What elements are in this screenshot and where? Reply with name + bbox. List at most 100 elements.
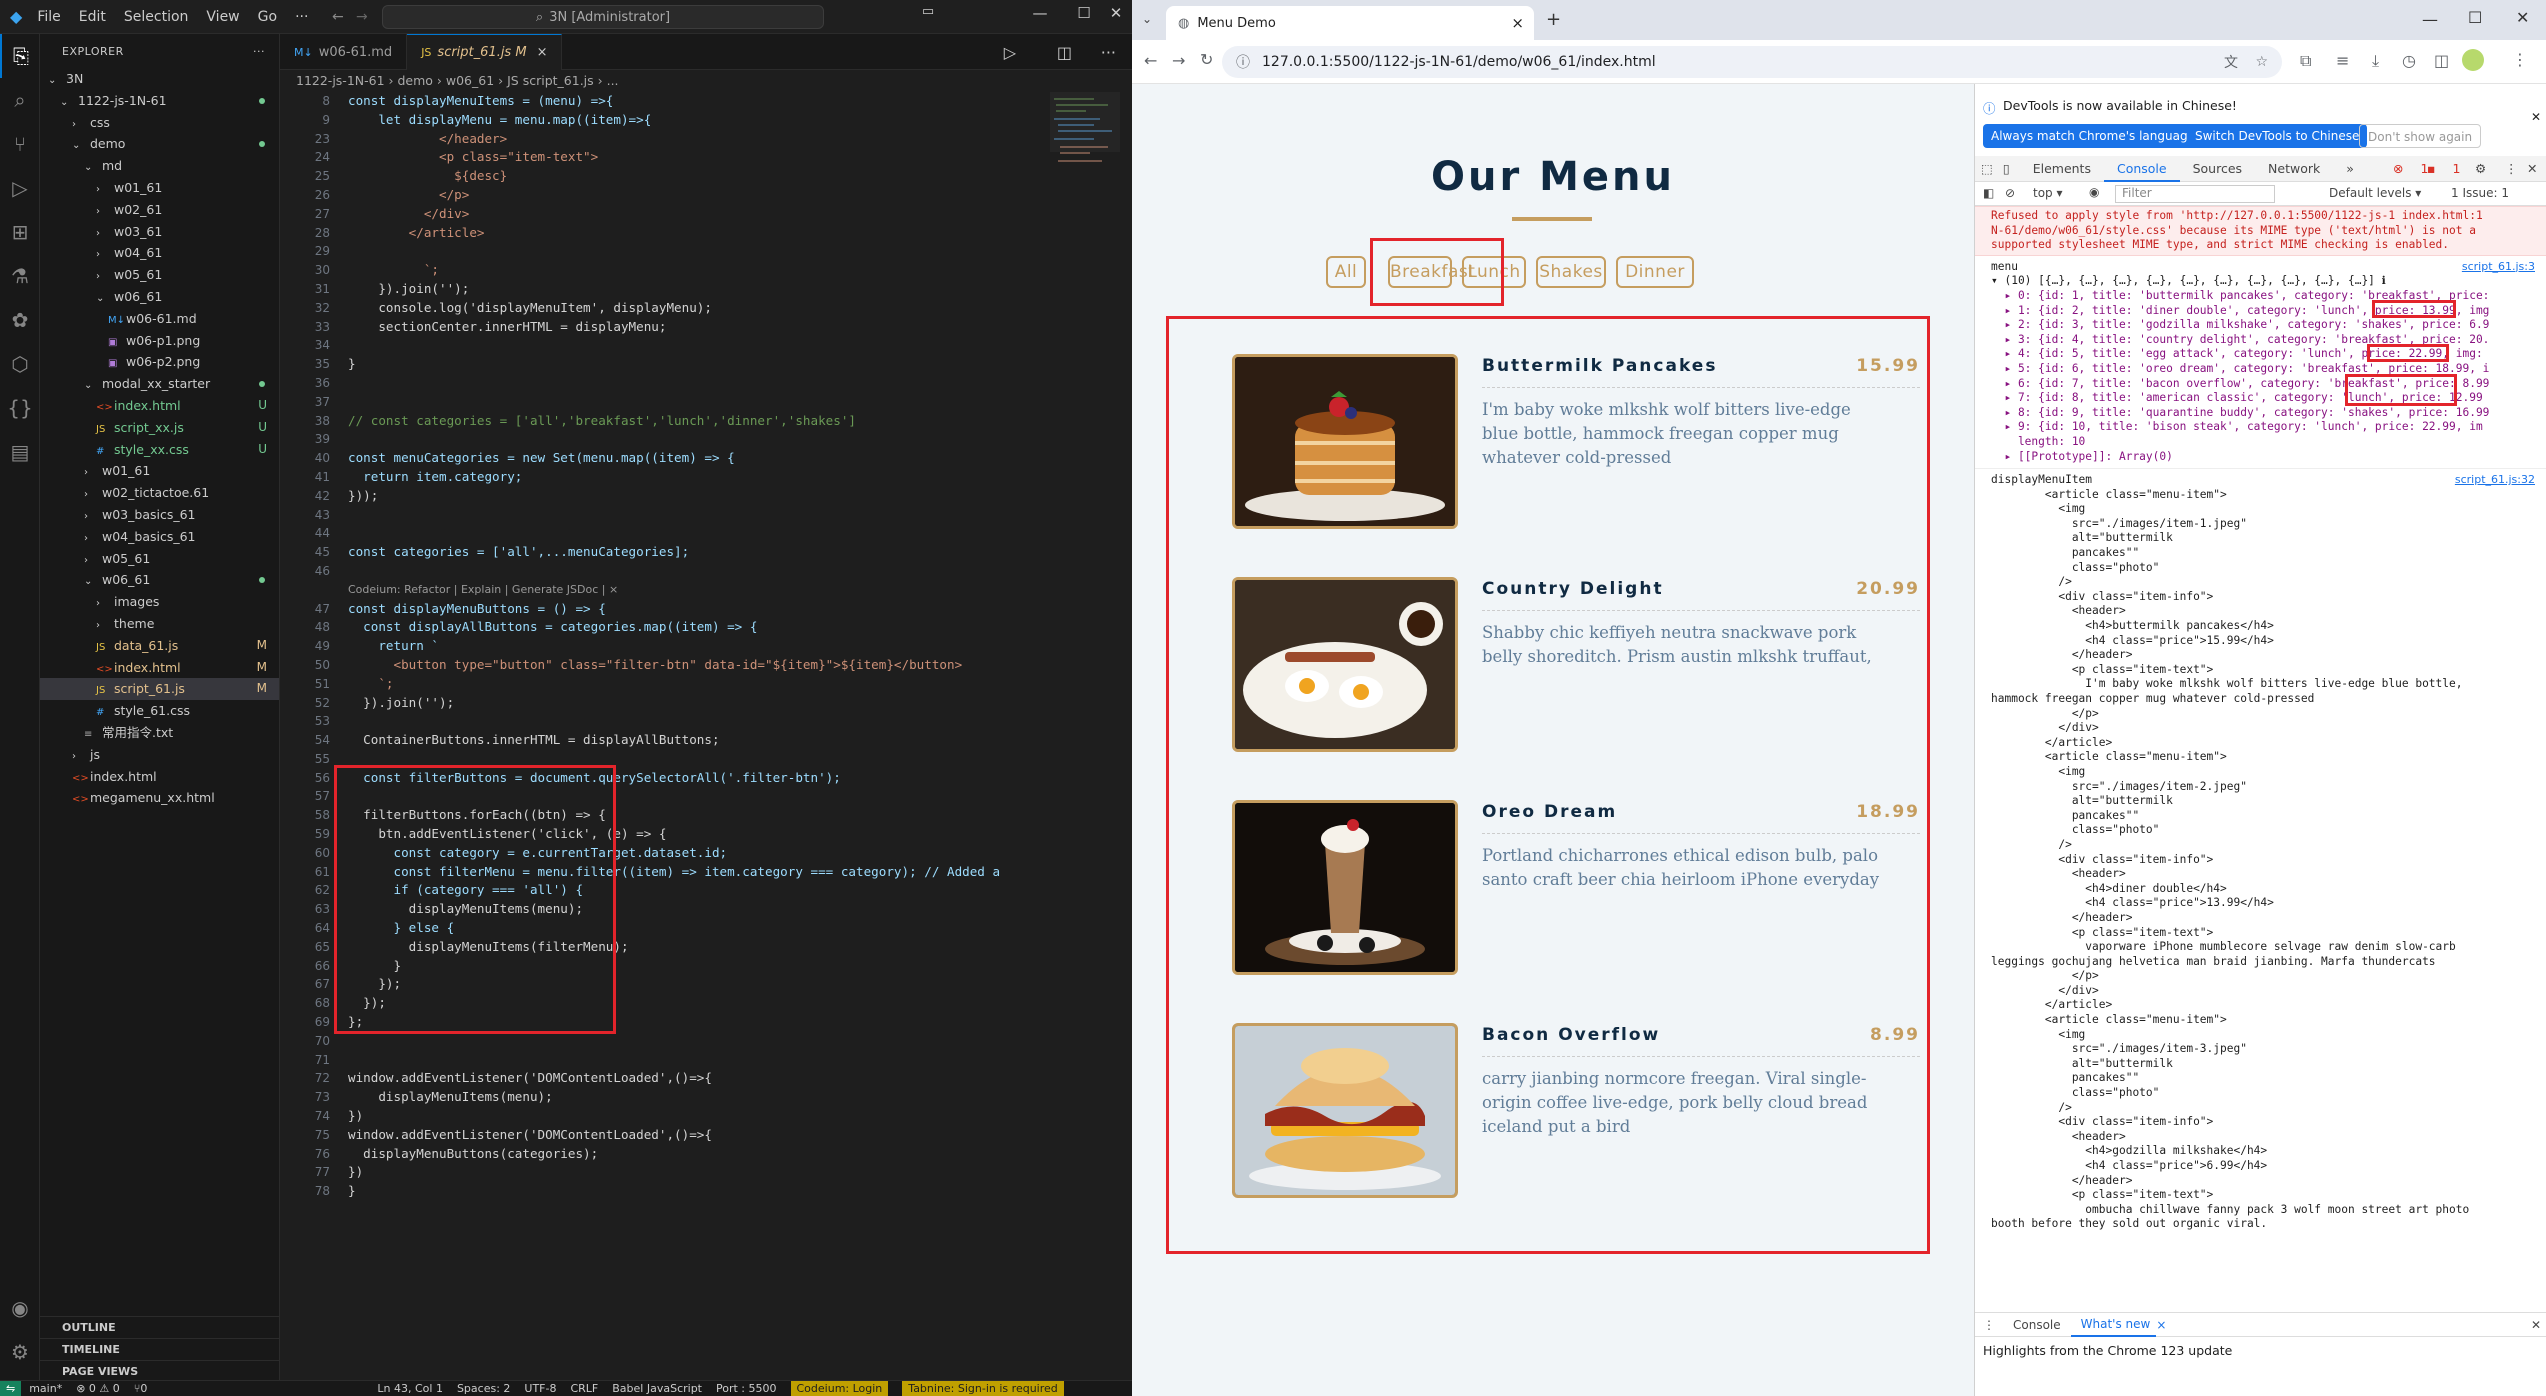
site-info-icon[interactable]: ⓘ bbox=[1236, 52, 1250, 72]
tree-item[interactable]: › images bbox=[40, 591, 279, 613]
downloads-icon[interactable]: ⤓ bbox=[2372, 51, 2379, 71]
breadcrumb[interactable]: 1122-js-1N-61 › demo › w06_61 › JS scrip… bbox=[296, 70, 619, 92]
issues-counter[interactable]: 1 Issue: 1 bbox=[2451, 186, 2509, 200]
tree-item[interactable]: › w03_61 bbox=[40, 221, 279, 243]
code-lines[interactable]: const displayMenuItems = (menu) =>{ let … bbox=[348, 92, 1050, 1201]
profile-avatar[interactable] bbox=[2462, 49, 2484, 71]
codeium-icon[interactable]: ✿ bbox=[0, 298, 40, 342]
tree-item[interactable]: › js bbox=[40, 744, 279, 766]
codeium-status[interactable]: Codeium: Login bbox=[790, 1380, 889, 1396]
chat-icon[interactable]: ▤ bbox=[0, 430, 40, 474]
tree-item[interactable]: # style_61.css bbox=[40, 700, 279, 722]
log-source-link[interactable]: script_61.js:32 bbox=[2455, 473, 2535, 486]
devtools-menu-icon[interactable]: ⋮ bbox=[2505, 156, 2518, 182]
menu-file[interactable]: File bbox=[28, 9, 69, 25]
tree-item[interactable]: › theme bbox=[40, 613, 279, 635]
tree-item[interactable]: › w05_61 bbox=[40, 264, 279, 286]
live-server-port[interactable]: Port : 5500 bbox=[716, 1382, 777, 1395]
testing-icon[interactable]: ⚗ bbox=[0, 254, 40, 298]
tree-item[interactable]: › css bbox=[40, 112, 279, 134]
tab-network[interactable]: Network bbox=[2255, 156, 2333, 182]
tab-console[interactable]: Console bbox=[2103, 156, 2180, 182]
menu-go[interactable]: Go bbox=[249, 9, 286, 25]
minimize-icon[interactable]: — bbox=[1020, 4, 1060, 22]
close-window-icon[interactable]: ✕ bbox=[1096, 4, 1136, 22]
array-row[interactable]: ▸ 0: {id: 1, title: 'buttermilk pancakes… bbox=[1975, 289, 2546, 304]
tree-item[interactable]: ⌄ demo bbox=[40, 133, 279, 155]
tree-item[interactable]: <>index.html M bbox=[40, 657, 279, 679]
array-row[interactable]: ▸ 9: {id: 10, title: 'bison steak', cate… bbox=[1975, 420, 2546, 435]
settings-icon[interactable]: ⚙ bbox=[2475, 156, 2486, 182]
explorer-icon[interactable]: ⎘ bbox=[0, 34, 40, 78]
message-count-badge[interactable]: ▪ 1 bbox=[2427, 156, 2473, 182]
translate-icon[interactable]: 文 bbox=[2224, 52, 2238, 72]
filter-btn-dinner[interactable]: Dinner bbox=[1616, 256, 1694, 288]
source-control-icon[interactable]: ⑂ bbox=[0, 122, 40, 166]
menu-more[interactable]: ··· bbox=[286, 9, 317, 25]
more-actions-icon[interactable]: ··· bbox=[253, 45, 265, 58]
live-expression-icon[interactable]: ◉ bbox=[2089, 185, 2099, 199]
array-summary[interactable]: ▾ (10) [{…}, {…}, {…}, {…}, {…}, {…}, {…… bbox=[1975, 274, 2546, 289]
inspect-icon[interactable]: ⬚ bbox=[1975, 156, 1999, 182]
banner-close-icon[interactable]: ✕ bbox=[2531, 110, 2541, 124]
drawer-tab-whats-new[interactable]: What's new bbox=[2070, 1313, 2157, 1337]
cursor-position[interactable]: Ln 43, Col 1 bbox=[377, 1382, 443, 1395]
remote-indicator-icon[interactable]: ⇋ bbox=[0, 1380, 22, 1396]
chrome-menu-icon[interactable]: ⋮ bbox=[2512, 50, 2528, 69]
back-icon[interactable]: ← bbox=[1144, 51, 1157, 70]
array-row[interactable]: ▸ 6: {id: 7, title: 'bacon overflow', ca… bbox=[1975, 377, 2546, 392]
run-debug-icon[interactable]: ▷ bbox=[0, 166, 40, 210]
tab-sources[interactable]: Sources bbox=[2180, 156, 2255, 182]
tree-item[interactable]: › w02_tictactoe.61 bbox=[40, 482, 279, 504]
device-icon[interactable]: ▯ bbox=[1999, 156, 2020, 182]
encoding-status[interactable]: UTF-8 bbox=[524, 1382, 556, 1395]
drawer-menu-icon[interactable]: ⋮ bbox=[1975, 1318, 2003, 1332]
tab-search-icon[interactable]: ⌄ bbox=[1142, 12, 1152, 26]
close-tab-icon[interactable]: × bbox=[1511, 14, 1524, 32]
drawer-tab-close-icon[interactable]: × bbox=[2156, 1318, 2166, 1332]
layout-icon[interactable]: ▭ bbox=[908, 4, 948, 19]
log-levels-select[interactable]: Default levels ▾ bbox=[2329, 186, 2421, 200]
log-source-link[interactable]: script_61.js:3 bbox=[2462, 260, 2535, 273]
side-panel-icon[interactable]: ◫ bbox=[2434, 51, 2449, 70]
array-row[interactable]: ▸ 1: {id: 2, title: 'diner double', cate… bbox=[1975, 304, 2546, 319]
array-rows[interactable]: ▸ 0: {id: 1, title: 'buttermilk pancakes… bbox=[1975, 289, 2546, 464]
account-icon[interactable]: ◉ bbox=[0, 1286, 40, 1330]
tree-item[interactable]: › w01_61 bbox=[40, 460, 279, 482]
menu-view[interactable]: View bbox=[197, 9, 248, 25]
maximize-icon[interactable]: ☐ bbox=[2468, 8, 2482, 27]
remote-explorer-icon[interactable]: ⬡ bbox=[0, 342, 40, 386]
media-icon[interactable]: ≡ bbox=[2336, 51, 2349, 70]
snippets-icon[interactable]: {} bbox=[0, 386, 40, 430]
tab-script-61-js[interactable]: JS script_61.js M × bbox=[407, 34, 563, 70]
tree-item[interactable]: ⌄ w06_61 bbox=[40, 286, 279, 308]
filter-btn-all[interactable]: All bbox=[1326, 256, 1366, 288]
menu-selection[interactable]: Selection bbox=[115, 9, 198, 25]
tree-item[interactable]: › w01_61 bbox=[40, 177, 279, 199]
tree-item[interactable]: ⌄ 3N bbox=[40, 68, 279, 90]
tree-item[interactable]: JS data_61.js M bbox=[40, 635, 279, 657]
tree-item[interactable]: ⌄ w06_61 bbox=[40, 569, 279, 591]
console-filter-input[interactable]: Filter bbox=[2115, 185, 2275, 203]
sidebar-toggle-icon[interactable]: ◧ bbox=[1983, 186, 1994, 200]
problems-status[interactable]: ⊗ 0 ⚠ 0 bbox=[76, 1382, 120, 1395]
tree-item[interactable]: › w04_61 bbox=[40, 242, 279, 264]
context-select[interactable]: top ▾ bbox=[2033, 186, 2063, 200]
filter-btn-shakes[interactable]: Shakes bbox=[1536, 256, 1606, 288]
settings-gear-icon[interactable]: ⚙ bbox=[0, 1330, 40, 1374]
switch-language-button[interactable]: Switch DevTools to Chinese bbox=[2187, 124, 2368, 148]
tree-item[interactable]: <>megamenu_xx.html bbox=[40, 787, 279, 809]
page-views-section[interactable]: PAGE VIEWS bbox=[40, 1360, 280, 1382]
array-row[interactable]: ▸ 7: {id: 8, title: 'american classic', … bbox=[1975, 391, 2546, 406]
more-tabs-icon[interactable]: » bbox=[2333, 156, 2367, 182]
tree-item[interactable]: ▣ w06-p2.png bbox=[40, 351, 279, 373]
address-bar[interactable]: ⓘ 127.0.0.1:5500/1122-js-1N-61/demo/w06_… bbox=[1222, 46, 2282, 78]
tree-item[interactable]: M↓w06-61.md bbox=[40, 308, 279, 330]
tab-w06-61-md[interactable]: M↓ w06-61.md bbox=[280, 34, 408, 70]
editor-more-icon[interactable]: ··· bbox=[1101, 43, 1116, 62]
menu-edit[interactable]: Edit bbox=[70, 9, 115, 25]
history-icon[interactable]: ◷ bbox=[2402, 51, 2416, 70]
clear-console-icon[interactable]: ⊘ bbox=[2005, 186, 2015, 200]
bookmark-star-icon[interactable]: ☆ bbox=[2255, 54, 2268, 70]
devtools-close-icon[interactable]: ✕ bbox=[2527, 156, 2537, 182]
